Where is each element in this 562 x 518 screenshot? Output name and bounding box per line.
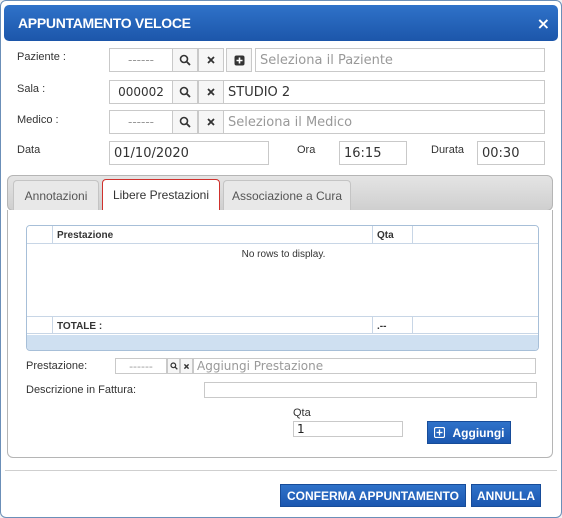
- grid-divider: [412, 226, 413, 244]
- medico-label: Medico :: [17, 114, 59, 126]
- prestazione-clear-button[interactable]: [180, 358, 193, 374]
- totale-label: TOTALE :: [57, 321, 103, 332]
- durata-field[interactable]: 00:30: [477, 141, 545, 165]
- totale-qta: .--: [377, 321, 387, 332]
- sala-clear-button[interactable]: [198, 80, 224, 104]
- aggiungi-button[interactable]: Aggiungi: [427, 421, 511, 444]
- paziente-label: Paziente :: [17, 51, 66, 63]
- medico-field[interactable]: Seleziona il Medico: [223, 110, 545, 134]
- dialog-titlebar: APPUNTAMENTO VELOCE ×: [4, 5, 558, 41]
- data-field[interactable]: 01/10/2020: [109, 141, 269, 165]
- prestazioni-grid: Prestazione Qta No rows to display. TOTA…: [26, 225, 539, 351]
- close-icon: [207, 56, 215, 64]
- tab-associazione-a-cura[interactable]: Associazione a Cura: [223, 180, 351, 210]
- search-icon: [169, 362, 178, 370]
- search-icon: [179, 86, 191, 98]
- sala-code-field[interactable]: 000002: [109, 80, 173, 104]
- close-icon: [207, 88, 215, 96]
- ora-label: Ora: [297, 144, 316, 156]
- close-icon: [183, 363, 190, 369]
- paziente-clear-button[interactable]: [198, 48, 224, 72]
- prestazione-field[interactable]: Aggiungi Prestazione: [193, 358, 536, 374]
- prestazione-search-button[interactable]: [167, 358, 180, 374]
- medico-search-button[interactable]: [172, 110, 198, 134]
- dialog-title: APPUNTAMENTO VELOCE: [18, 15, 191, 31]
- grid-header: Prestazione Qta: [27, 226, 538, 244]
- durata-label: Durata: [431, 144, 465, 156]
- grid-divider: [372, 226, 373, 244]
- tab-annotazioni[interactable]: Annotazioni: [13, 180, 99, 210]
- qta-label: Qta: [293, 407, 311, 419]
- grid-scrollbar[interactable]: [27, 335, 538, 350]
- medico-clear-button[interactable]: [198, 110, 224, 134]
- grid-empty-message: No rows to display.: [241, 249, 326, 260]
- sala-search-button[interactable]: [172, 80, 198, 104]
- paziente-code-field[interactable]: ------: [109, 48, 173, 72]
- grid-divider: [412, 316, 413, 334]
- grid-footer: TOTALE : .--: [27, 316, 538, 334]
- plus-square-icon: [433, 427, 445, 438]
- dialog: APPUNTAMENTO VELOCE × Paziente : ------ …: [0, 0, 562, 518]
- column-header-qta[interactable]: Qta: [377, 230, 394, 241]
- data-label: Data: [17, 144, 41, 156]
- ora-field[interactable]: 16:15: [339, 141, 407, 165]
- search-icon: [179, 54, 191, 66]
- plus-square-icon: [234, 55, 244, 65]
- column-header-prestazione[interactable]: Prestazione: [57, 230, 113, 241]
- paziente-add-button[interactable]: [226, 48, 252, 72]
- descrizione-field[interactable]: [204, 382, 537, 398]
- close-icon[interactable]: ×: [537, 14, 550, 33]
- aggiungi-label: Aggiungi: [452, 425, 505, 440]
- paziente-field[interactable]: Seleziona il Paziente: [255, 48, 545, 72]
- sala-label: Sala :: [17, 83, 46, 95]
- sala-field[interactable]: STUDIO 2: [223, 80, 545, 104]
- grid-divider: [52, 316, 53, 334]
- paziente-search-button[interactable]: [172, 48, 198, 72]
- qta-field[interactable]: 1: [293, 421, 403, 437]
- grid-divider: [372, 316, 373, 334]
- annulla-button[interactable]: ANNULLA: [471, 484, 541, 507]
- medico-code-field[interactable]: ------: [109, 110, 173, 134]
- close-icon: [207, 118, 215, 126]
- tab-libere-prestazioni[interactable]: Libere Prestazioni: [102, 179, 220, 211]
- grid-divider: [52, 226, 53, 244]
- footer-divider: [5, 470, 557, 471]
- descrizione-label: Descrizione in Fattura:: [26, 384, 137, 396]
- search-icon: [179, 116, 191, 128]
- conferma-appuntamento-button[interactable]: CONFERMA APPUNTAMENTO: [280, 484, 466, 507]
- prestazione-code-field[interactable]: ------: [115, 358, 167, 374]
- prestazione-label: Prestazione:: [26, 360, 88, 372]
